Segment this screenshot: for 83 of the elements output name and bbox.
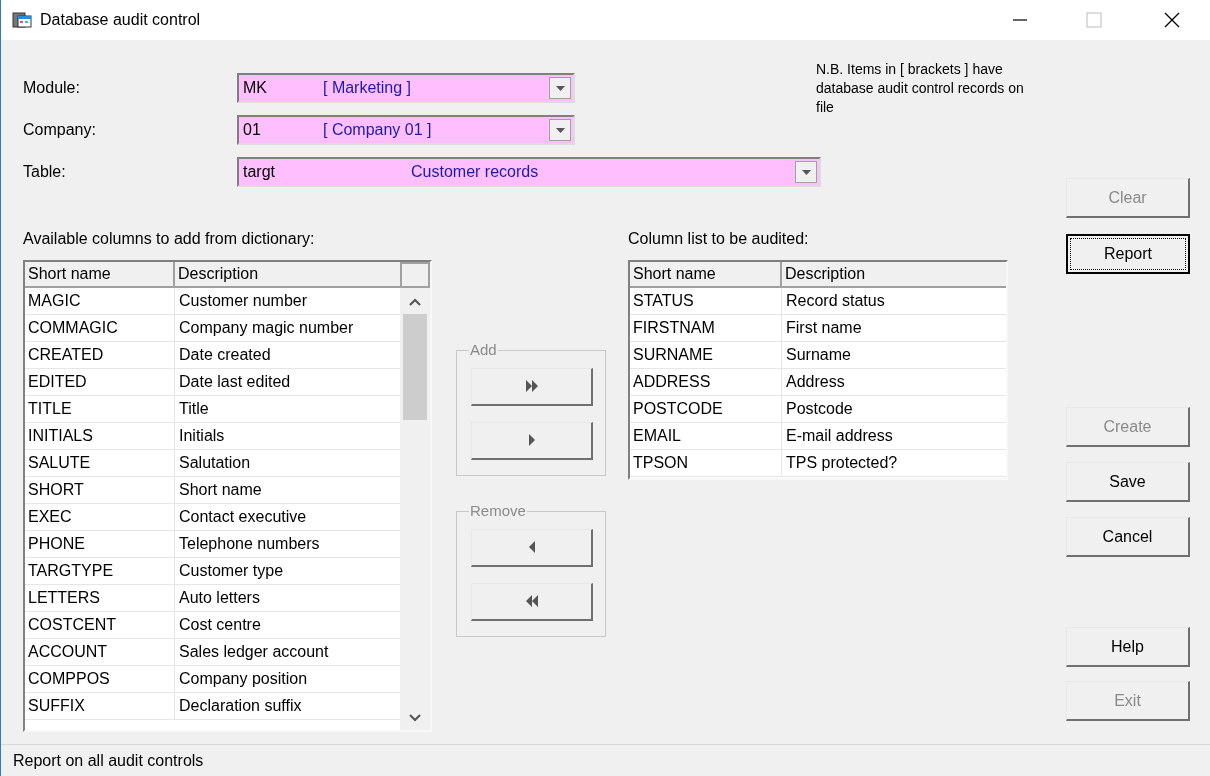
double-left-arrow-icon [525,595,538,607]
table-cell: COSTCENT [25,612,175,638]
table-cell: POSTCODE [630,396,782,422]
left-arrow-icon [528,541,535,553]
dropdown-field[interactable]: targt Customer records [237,157,821,187]
table-cell: COMMAGIC [25,315,175,341]
table-cell-text: Auto letters [178,588,261,608]
dialog-button[interactable]: Report [1066,234,1190,274]
scroll-up-icon[interactable] [409,298,421,306]
field-label: Table: [23,162,67,182]
table-cell: ADDRESS [630,369,782,395]
window-title: Database audit control [40,10,201,30]
status-text: Report on all audit controls [13,750,204,771]
table-cell-text: Declaration suffix [178,696,303,716]
table-cell: FIRSTNAM [630,315,782,341]
arrow-button[interactable] [471,367,593,406]
table-cell-text: Date last edited [178,372,292,392]
table-cell: EDITED [25,369,175,395]
arrow-button[interactable] [471,528,593,567]
table-cell: SURNAME [630,342,782,368]
table-cell-text: Customer type [178,561,285,581]
table-cell-text: Company magic number [178,318,355,338]
table-cell: SHORT [25,477,175,503]
table-cell-text: Record status [785,291,886,311]
table-cell: ACCOUNT [25,639,175,665]
table-cell-text: Postcode [785,399,854,419]
table-cell-text: Cost centre [178,615,262,635]
group-label: Remove [469,501,527,521]
dropdown-field[interactable]: MK [ Marketing ] [237,73,575,103]
close-icon[interactable] [1164,12,1180,28]
table-cell-text: Telephone numbers [178,534,321,554]
group-label: Add [469,340,498,360]
table-cell: EXEC [25,504,175,530]
column-header[interactable]: Description [175,262,400,286]
arrow-button[interactable] [471,421,593,460]
dropdown-arrow-icon [555,85,565,91]
list-label: Column list to be audited: [628,229,809,246]
column-header[interactable]: Description [782,262,1006,286]
table-cell-text: Contact executive [178,507,308,527]
table-cell-text: Company position [178,669,309,689]
field-label: Company: [23,120,97,140]
table-cell: CREATED [25,342,175,368]
table-cell-text: Title [178,399,210,419]
table-cell: TPSON [630,450,782,476]
table-cell: PHONE [25,531,175,557]
table-cell: TARGTYPE [25,558,175,584]
table-cell: COMPPOS [25,666,175,692]
table-cell-text: E-mail address [785,426,894,446]
database-window-icon [12,11,32,29]
arrow-button[interactable] [471,582,593,621]
scrollbar-thumb[interactable] [403,314,427,420]
table-cell-text: TPS protected? [785,453,899,473]
dropdown-arrow-icon [801,169,811,175]
column-header[interactable]: Short name [630,262,782,286]
dialog-button[interactable]: Save [1066,462,1190,502]
table-cell: EMAIL [630,423,782,449]
table-cell: STATUS [630,288,782,314]
table-cell: INITIALS [25,423,175,449]
column-header[interactable]: Short name [25,262,175,286]
table-cell: SALUTE [25,450,175,476]
table-cell-text: Sales ledger account [178,642,330,662]
dropdown-arrow-icon [555,127,565,133]
table-cell: TITLE [25,396,175,422]
table-cell: SUFFIX [25,693,175,719]
table-cell-text: Short name [178,480,263,500]
table-cell-text: Salutation [178,453,252,473]
dialog-button[interactable]: Cancel [1066,517,1190,557]
table-cell-text: Address [785,372,846,392]
table-cell-text: Customer number [178,291,309,311]
note-text: N.B. Items in [ brackets ] have database audit control records on file [816,60,1025,117]
table-cell-text: Date created [178,345,272,365]
table-cell: LETTERS [25,585,175,611]
right-arrow-icon [528,434,535,446]
list-label: Available columns to add from dictionary: [23,229,315,246]
dropdown-field[interactable]: 01 [ Company 01 ] [237,115,575,145]
table-cell-text: First name [785,318,863,338]
scroll-down-icon[interactable] [409,714,421,722]
table-cell: MAGIC [25,288,175,314]
table-cell-text: Initials [178,426,226,446]
field-label: Module: [23,78,81,98]
double-right-arrow-icon [525,380,538,392]
table-cell-text: Surname [785,345,852,365]
dialog-button[interactable]: Help [1066,627,1190,667]
